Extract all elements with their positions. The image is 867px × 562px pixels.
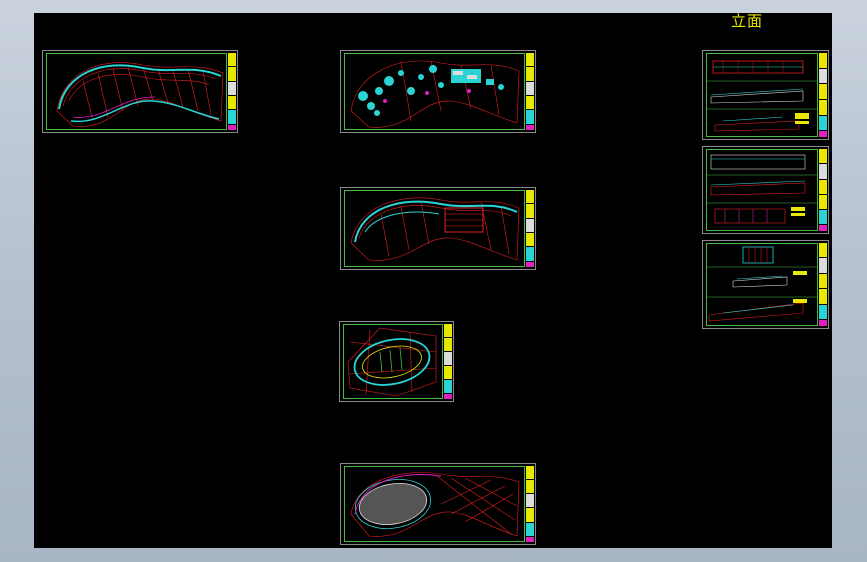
- title-block: [526, 53, 534, 130]
- drawing-sheet-plan-1[interactable]: [42, 50, 238, 133]
- drawing-sheet-elevation-3[interactable]: [702, 240, 829, 329]
- plan-drawing: [347, 327, 437, 397]
- plan-drawing: [56, 62, 224, 127]
- drawing-sheet-plan-4[interactable]: [339, 321, 454, 402]
- elevation-drawing: [707, 60, 817, 132]
- elevation-drawing: [707, 154, 817, 224]
- title-block: [819, 149, 827, 232]
- title-block: [819, 243, 827, 326]
- plan-drawing: [350, 197, 520, 261]
- elevation-title: 立面: [731, 12, 764, 30]
- drawing-sheet-plan-3[interactable]: [340, 187, 536, 270]
- plan-drawing: [350, 472, 520, 537]
- drawing-sheet-elevation-2[interactable]: [702, 146, 829, 234]
- title-block: [444, 324, 452, 400]
- drawing-sheet-elevation-1[interactable]: [702, 50, 829, 140]
- title-block: [819, 53, 827, 137]
- drawing-sheet-plan-2[interactable]: [340, 50, 536, 133]
- title-block: [526, 466, 534, 542]
- elevation-drawing: [707, 246, 817, 322]
- plan-drawing: [350, 60, 520, 128]
- title-block: [228, 53, 236, 130]
- title-block: [526, 190, 534, 267]
- drawing-sheet-plan-5[interactable]: [340, 463, 536, 545]
